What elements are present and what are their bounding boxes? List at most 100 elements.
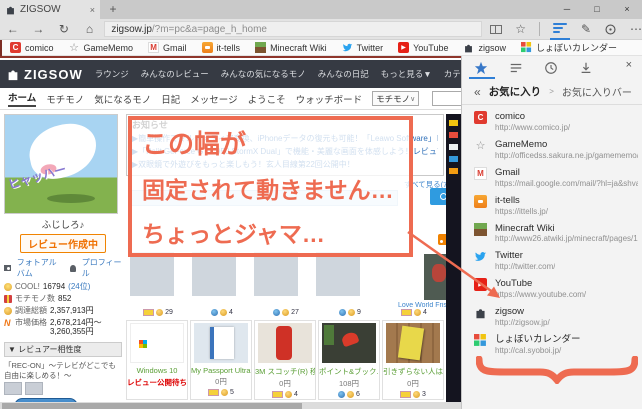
favorites-tab-star-icon[interactable] — [474, 61, 488, 75]
favorite-item-gmail[interactable]: Gmailhttps://mail.google.com/mail/?hl=ja… — [462, 164, 642, 192]
product-image — [130, 323, 184, 363]
subnav-watchboard[interactable]: ウォッチボード — [296, 92, 363, 106]
coin-icon — [348, 309, 356, 316]
browser-toolbar: ← → ↻ ⌂ zigsow.jp/?m=pc&a=page_h_home ☆ … — [0, 19, 642, 40]
history-tab-icon[interactable] — [544, 61, 558, 75]
favorite-item-comico[interactable]: comicohttp://www.comico.jp/ — [462, 108, 642, 136]
maximize-button[interactable]: □ — [582, 0, 612, 19]
favorite-item-syoboi-calendar[interactable]: しょぼいカレンダー http://cal.syoboi.jp/ — [462, 331, 642, 359]
product-tile-point-book[interactable]: ポイント&ブック... 108円 6 — [318, 320, 380, 400]
share-icon[interactable] — [604, 23, 617, 36]
stat-cool: COOL! 16794 (24位) — [4, 282, 122, 292]
subnav-nikki[interactable]: 日記 — [161, 92, 180, 106]
browser-tab[interactable]: ZIGSOW × — [0, 0, 100, 19]
hub-icon[interactable] — [549, 22, 570, 40]
tab-close-icon[interactable]: × — [90, 5, 95, 15]
mascot-image[interactable]: ヒャッハー — [4, 114, 118, 214]
product-image — [386, 323, 440, 363]
breadcrumb-back-icon[interactable]: « — [474, 86, 481, 98]
stat-mochimono: モチモノ数 852 — [4, 294, 122, 304]
subnav-youkoso[interactable]: ようこそ — [248, 92, 286, 106]
ghost-thumbnail — [254, 252, 298, 296]
subnav-message[interactable]: メッセージ — [190, 92, 237, 106]
breadcrumb-favorites-bar[interactable]: お気に入りバー — [562, 84, 632, 99]
username[interactable]: ふじしろ♪ — [4, 217, 122, 231]
more-icon[interactable]: ⋯ — [630, 22, 642, 36]
subnav-home[interactable]: ホーム — [8, 90, 37, 107]
product-tile-book[interactable]: 引きずらない人は... 0円 3 — [382, 320, 444, 400]
site-logo[interactable]: ZIGSOW — [6, 67, 83, 82]
favorite-item-gamememo[interactable]: GameMemohttp://officedss.sakura.ne.jp/ga… — [462, 136, 642, 164]
window-controls: ─ □ × — [552, 0, 642, 19]
ghost-thumbnail — [130, 252, 174, 296]
comico-icon — [474, 111, 487, 124]
it-tells-icon — [474, 194, 487, 208]
search-category-select[interactable]: モチモノ ∨ — [372, 91, 420, 106]
web-note-icon[interactable]: ✎ — [581, 22, 591, 36]
refresh-button[interactable]: ↻ — [51, 22, 77, 36]
ghost-thumbnail — [316, 252, 360, 296]
tile-badges: 3 — [383, 391, 443, 398]
favorite-twitter[interactable]: Twitter — [342, 42, 383, 53]
review-in-progress-button[interactable]: レビュー作成中 — [20, 234, 106, 253]
titlebar: ZIGSOW × + ─ □ × — [0, 0, 642, 19]
horizontal-scrollbar[interactable] — [0, 402, 461, 409]
scrollbar-thumb[interactable] — [2, 403, 302, 409]
product-tile-windows10[interactable]: Windows 10 レビュー公開待ち — [126, 320, 188, 400]
coin-icon — [282, 309, 290, 316]
product-tile-passport[interactable]: My Passport Ultra... 0円 5 — [190, 320, 252, 400]
site-search-input[interactable] — [432, 91, 461, 106]
favorite-gmail[interactable]: Gmail — [148, 42, 187, 53]
annotation-arrow — [407, 230, 500, 298]
nav-diary[interactable]: みんなの日記 — [318, 68, 369, 80]
reading-view-icon[interactable] — [490, 24, 503, 34]
close-button[interactable]: × — [612, 0, 642, 19]
favorite-gamememo[interactable]: GameMemo — [69, 42, 134, 53]
breadcrumb-favorites[interactable]: お気に入り — [489, 84, 542, 99]
back-button[interactable]: ← — [0, 22, 26, 36]
star-outline-icon — [474, 139, 487, 152]
forward-button[interactable]: → — [26, 22, 52, 36]
profile-link[interactable]: プロフィール — [82, 257, 122, 279]
badge-cell: 29 — [126, 309, 190, 316]
favorite-minecraft-wiki[interactable]: Minecraft Wiki — [255, 42, 327, 53]
annotation-box: この幅が 固定されて動きません… ちょっとジャマ… — [128, 116, 413, 257]
nav-category[interactable]: カテゴリー▼ — [444, 68, 461, 80]
favorite-item-it-tells[interactable]: it-tells https://ittells.jp/ — [462, 192, 642, 220]
subnav-mochimono[interactable]: モチモノ — [46, 92, 84, 106]
favorite-syoboi-calendar[interactable]: しょぼいカレンダー — [520, 41, 617, 54]
subnav-kininaru[interactable]: 気になるモノ — [94, 92, 151, 106]
breadcrumb-separator: > — [549, 87, 554, 96]
downloads-tab-icon[interactable] — [579, 61, 593, 75]
medal-icon — [4, 282, 12, 291]
globe-icon — [211, 309, 219, 316]
tile-badges: 5 — [191, 389, 251, 396]
minimize-button[interactable]: ─ — [552, 0, 582, 19]
new-tab-button[interactable]: + — [100, 0, 126, 19]
reviewer-affinity-header[interactable]: ▼ レビュアー相性度 — [4, 341, 122, 357]
zigsow-icon — [465, 44, 473, 53]
status-badge: レビュー公開待ち — [127, 378, 187, 387]
favorite-zigsow[interactable]: zigsow — [463, 42, 506, 53]
site-header: ZIGSOW ラウンジ みんなのレビュー みんなの気になるモノ みんなの日記 も… — [0, 60, 461, 88]
nav-reviews[interactable]: みんなのレビュー — [141, 68, 209, 80]
photo-album-link[interactable]: フォトアルバム — [17, 257, 64, 279]
favorite-it-tells[interactable]: it-tells — [201, 42, 240, 53]
product-tile-scotch[interactable]: 3M スコッチ(R) 移... 0円 4 — [254, 320, 316, 400]
reading-list-tab-icon[interactable] — [509, 61, 523, 75]
home-button[interactable]: ⌂ — [77, 22, 103, 36]
coin-icon — [156, 309, 164, 316]
person-icon — [69, 264, 76, 272]
nav-wanted[interactable]: みんなの気になるモノ — [221, 68, 306, 80]
favorite-youtube[interactable]: YouTube — [398, 42, 448, 53]
favorite-comico[interactable]: comico — [10, 42, 54, 53]
hub-close-icon[interactable]: × — [626, 59, 632, 71]
annotation-brace — [476, 356, 638, 384]
favorite-star-icon[interactable]: ☆ — [515, 22, 526, 36]
address-bar[interactable]: zigsow.jp/?m=pc&a=page_h_home — [104, 21, 483, 37]
nav-lounge[interactable]: ラウンジ — [95, 68, 129, 80]
badge-cell: 4 — [190, 309, 254, 316]
nav-more[interactable]: もっと見る▼ — [381, 68, 432, 80]
profile-column: ヒャッハー ふじしろ♪ レビュー作成中 フォトアルバム プロフィール COOL!… — [4, 114, 122, 409]
campaign-1-text[interactable]: 「REC-ON」～テレビがどこでも自由に楽しめる！～ — [4, 361, 122, 381]
